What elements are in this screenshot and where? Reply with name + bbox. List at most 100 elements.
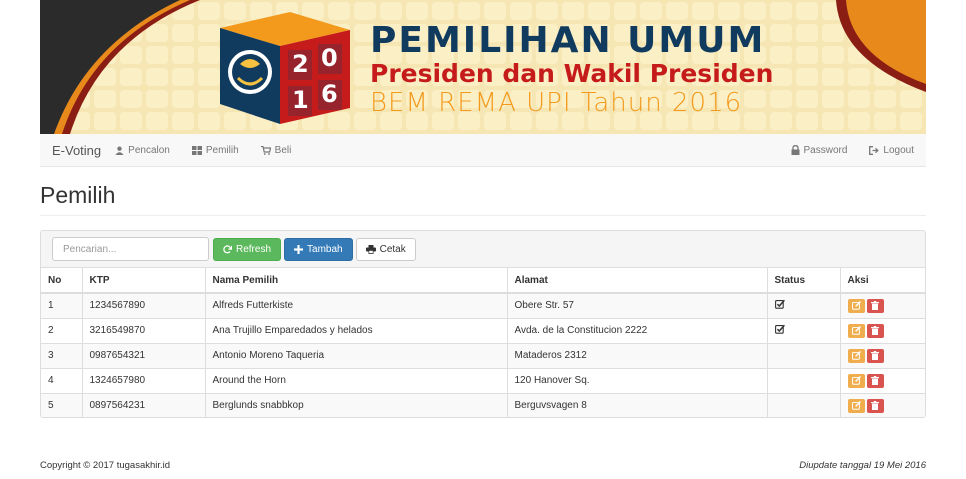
trash-icon	[871, 326, 879, 335]
trash-icon	[871, 301, 879, 311]
edit-icon	[851, 326, 861, 335]
page-title: Pemilih	[40, 182, 116, 208]
banner-subtitle: Presiden dan Wakil Presiden	[370, 59, 774, 88]
refresh-button[interactable]: Refresh	[213, 237, 282, 261]
delete-button[interactable]	[866, 323, 884, 338]
nav-item-label: Pemilih	[205, 144, 239, 156]
cell-aksi	[840, 318, 926, 344]
header-nama: Nama Pemilih	[205, 268, 508, 294]
nav-item-pemilih[interactable]: Pemilih	[191, 144, 239, 156]
footer-copyright: Copyright © 2017 tugasakhir.id	[40, 460, 171, 471]
title-divider	[40, 215, 926, 216]
edit-icon	[851, 301, 861, 311]
edit-icon	[851, 376, 861, 385]
table-header-row: No KTP Nama Pemilih Alamat Status Aksi	[41, 268, 925, 294]
edit-button[interactable]	[847, 323, 865, 338]
cell-alamat: 120 Hanover Sq.	[507, 368, 768, 394]
banner-title: PEMILIHAN UMUM	[370, 20, 766, 61]
cell-ktp: 0987654321	[82, 343, 206, 369]
trash-icon	[871, 401, 879, 411]
cell-no: 3	[41, 343, 83, 369]
cell-alamat: Berguvsvagen 8	[507, 393, 768, 417]
nav-item-label: Password	[803, 144, 848, 156]
table-row: 3 0987654321 Antonio Moreno Taqueria Matade…	[41, 343, 926, 369]
cell-status	[767, 393, 841, 417]
cell-status	[767, 293, 841, 319]
cell-aksi	[840, 293, 926, 319]
row-actions	[847, 323, 926, 338]
table-row: 5 0897564231 Berglunds snabbkop Berguvsvage…	[41, 393, 926, 417]
nav-item-pencalon[interactable]: Pencalon	[115, 145, 170, 156]
header-aksi: Aksi	[840, 268, 925, 294]
cell-nama: Around the Horn	[205, 368, 508, 394]
edit-button[interactable]	[847, 348, 865, 363]
cart-icon	[260, 145, 271, 155]
navbar: E-Voting Pencalon Pemilih Beli Password …	[40, 134, 926, 167]
edit-button[interactable]	[847, 373, 865, 388]
banner-text: PEMILIHAN UMUM Presiden dan Wakil Presid…	[370, 20, 774, 119]
delete-button[interactable]	[866, 348, 884, 363]
cell-nama: Ana Trujillo Emparedados y helados	[205, 318, 508, 344]
nav-item-beli[interactable]: Beli	[260, 144, 292, 156]
cell-ktp: 3216549870	[82, 318, 206, 344]
nav-item-label: Logout	[883, 144, 914, 156]
cell-aksi	[840, 368, 926, 394]
check-square-icon	[774, 299, 785, 309]
nav-item-label: Pencalon	[128, 144, 170, 156]
cell-alamat: Mataderos 2312	[507, 343, 768, 369]
header-ktp: KTP	[82, 268, 206, 294]
cell-alamat: Obere Str. 57	[507, 293, 768, 319]
nav-item-password[interactable]: Password	[791, 144, 848, 156]
plus-icon	[294, 244, 304, 254]
add-button[interactable]: Tambah	[284, 237, 353, 261]
navbar-brand[interactable]: E-Voting	[52, 143, 101, 158]
year-digit: 0	[321, 44, 338, 72]
cell-ktp: 0897564231	[82, 393, 206, 417]
trash-icon	[871, 351, 879, 360]
footer-updated: Diupdate tanggal 19 Mei 2016	[799, 460, 926, 471]
check-square-icon	[774, 324, 785, 334]
grid-icon	[191, 145, 202, 155]
cell-no: 4	[41, 368, 83, 394]
header-alamat: Alamat	[507, 268, 768, 294]
panel-toolbar: Refresh Tambah Cetak	[41, 231, 925, 268]
delete-button[interactable]	[866, 298, 884, 313]
delete-button[interactable]	[866, 398, 884, 413]
cell-alamat: Avda. de la Constitucion 2222	[507, 318, 768, 344]
cell-ktp: 1324657980	[82, 368, 206, 394]
lock-icon	[791, 145, 800, 155]
header-no: No	[41, 268, 83, 294]
cell-nama: Alfreds Futterkiste	[205, 293, 508, 319]
row-actions	[847, 348, 926, 363]
table-row: 2 3216549870 Ana Trujillo Emparedados y he…	[41, 318, 926, 344]
search-input[interactable]	[52, 237, 209, 261]
cell-aksi	[840, 343, 926, 369]
delete-button[interactable]	[866, 373, 884, 388]
cell-aksi	[840, 393, 926, 417]
print-icon	[365, 244, 376, 254]
cell-ktp: 1234567890	[82, 293, 206, 319]
trash-icon	[871, 376, 879, 385]
edit-button[interactable]	[847, 398, 865, 413]
cell-status	[767, 318, 841, 344]
voter-table: No KTP Nama Pemilih Alamat Status Aksi 1…	[41, 268, 926, 417]
year-digit: 2	[292, 50, 309, 78]
cell-no: 5	[41, 393, 83, 417]
header-banner: 2 0 1 6 PEMILIHAN UMUM Presiden dan Waki…	[40, 0, 926, 134]
cell-nama: Antonio Moreno Taqueria	[205, 343, 508, 369]
user-icon	[115, 146, 124, 155]
year-badge: 2 0 1 6	[288, 44, 348, 120]
nav-item-logout[interactable]: Logout	[869, 145, 914, 156]
voter-panel: Refresh Tambah Cetak No KTP Nama P	[40, 230, 926, 418]
nav-item-label: Beli	[274, 144, 292, 156]
cell-status	[767, 368, 841, 394]
row-actions	[847, 398, 926, 413]
year-digit: 6	[321, 80, 338, 108]
header-status: Status	[767, 268, 841, 294]
edit-button[interactable]	[847, 298, 865, 313]
print-button[interactable]: Cetak	[355, 237, 416, 261]
print-label: Cetak	[379, 243, 406, 255]
row-actions	[847, 298, 926, 313]
cell-no: 2	[41, 318, 83, 344]
row-actions	[847, 373, 926, 388]
